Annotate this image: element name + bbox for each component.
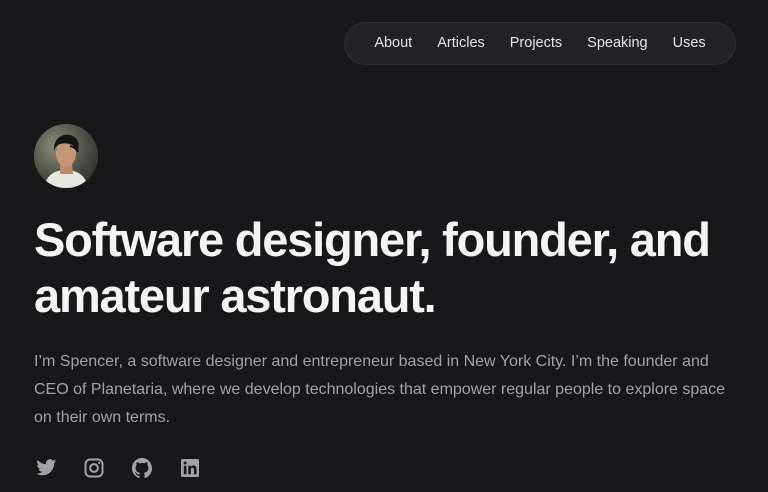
linkedin-icon <box>181 459 199 477</box>
social-links <box>34 456 202 480</box>
main-navigation: About Articles Projects Speaking Uses <box>344 22 736 65</box>
linkedin-link[interactable] <box>178 456 202 480</box>
github-icon <box>132 458 153 478</box>
intro-paragraph: I’m Spencer, a software designer and ent… <box>34 353 726 426</box>
avatar[interactable] <box>34 124 98 188</box>
twitter-link[interactable] <box>34 456 58 480</box>
nav-link-projects[interactable]: Projects <box>497 22 574 65</box>
github-link[interactable] <box>130 456 154 480</box>
instagram-link[interactable] <box>82 456 106 480</box>
page-title: Software designer, founder, and amateur … <box>34 213 711 322</box>
nav-link-about[interactable]: About <box>362 22 425 65</box>
instagram-icon <box>84 458 104 478</box>
nav-link-articles[interactable]: Articles <box>425 22 498 65</box>
avatar-portrait <box>34 124 98 188</box>
nav-link-speaking[interactable]: Speaking <box>575 22 660 65</box>
nav-link-uses[interactable]: Uses <box>660 22 718 65</box>
twitter-icon <box>36 459 57 476</box>
